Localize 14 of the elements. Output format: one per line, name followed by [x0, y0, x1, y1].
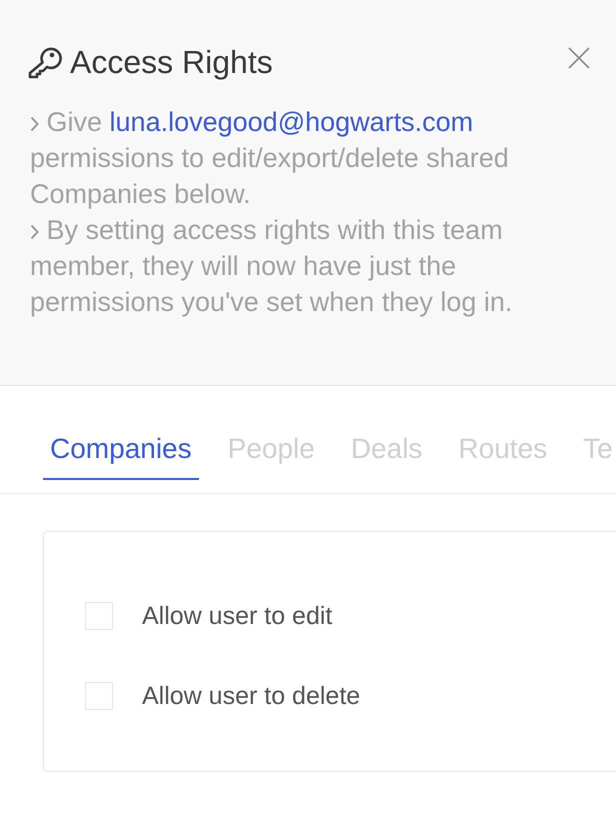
- key-icon: [28, 45, 62, 79]
- description-text: Give luna.lovegood@hogwarts.com permissions to edit/export/delete shared Companies below.: [30, 106, 510, 211]
- description-text: By setting access rights with this team member, they will now have just the permissions you've set when they log in.: [30, 214, 514, 319]
- checkbox-label: Allow user to delete: [142, 682, 360, 710]
- chevron-icon: [30, 224, 39, 240]
- dialog-title: Access Rights: [70, 44, 273, 80]
- chevron-icon: [30, 116, 39, 132]
- checkbox[interactable]: [85, 682, 113, 710]
- close-button[interactable]: [568, 47, 590, 69]
- checkbox[interactable]: [85, 602, 113, 630]
- checkbox-label: Allow user to edit: [142, 602, 332, 630]
- close-icon: [568, 47, 590, 69]
- email-link[interactable]: luna.lovegood@hogwarts.com: [110, 107, 474, 137]
- tab[interactable]: Companies: [43, 433, 199, 480]
